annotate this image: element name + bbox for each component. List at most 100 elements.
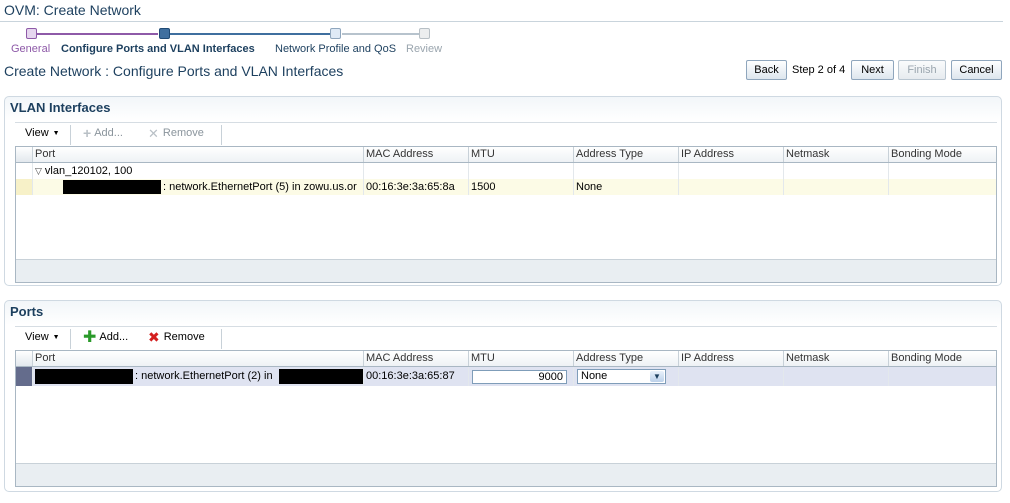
toolbar-divider (70, 125, 71, 145)
back-button[interactable]: Back (746, 60, 787, 80)
row-header-corner (16, 147, 32, 162)
remove-icon: ✕ (148, 125, 159, 141)
vlan-mtu-cell: 1500 (468, 179, 573, 195)
vlan-toolbar: View ▼ + Add... ✕ Remove (15, 122, 997, 145)
page-title: OVM: Create Network (4, 2, 141, 18)
train-connector-2 (170, 33, 330, 35)
col-netmask[interactable]: Netmask (783, 351, 888, 366)
redacted-block (63, 180, 161, 195)
train-stop-configure-ports (159, 28, 170, 39)
row-header-selected (16, 367, 32, 386)
train-stop-general[interactable] (26, 28, 37, 39)
empty-cell (888, 163, 996, 179)
vlan-add-button: + Add... (83, 124, 123, 141)
ports-port-cell: : network.EthernetPort (2) in (32, 367, 363, 386)
ports-toolbar: View ▼ ✚ Add... ✖ Remove (15, 326, 997, 349)
col-ip-address[interactable]: IP Address (678, 351, 783, 366)
empty-cell (363, 163, 468, 179)
toolbar-divider (221, 125, 222, 145)
ports-ip-cell (678, 367, 783, 386)
redacted-block (278, 368, 363, 384)
redacted-block (35, 368, 133, 384)
col-ip-address[interactable]: IP Address (678, 147, 783, 162)
row-header (16, 179, 32, 195)
train-label-general[interactable]: General (11, 43, 50, 55)
col-port[interactable]: Port (32, 147, 363, 162)
remove-icon: ✖ (148, 328, 160, 345)
col-mac-address[interactable]: MAC Address (363, 351, 468, 366)
vlan-table-row[interactable]: : network.EthernetPort (5) in zowu.us.or… (16, 179, 996, 195)
train-label-review: Review (406, 43, 443, 55)
train-connector-3 (342, 33, 419, 35)
train-stop-review (419, 28, 430, 39)
address-type-select[interactable]: None ▼ (577, 369, 666, 384)
vlan-remove-button: ✕ Remove (148, 125, 204, 141)
ports-table-row[interactable]: : network.EthernetPort (2) in 00:16:3e:3… (16, 367, 996, 386)
train-stop-network-profile[interactable] (330, 28, 341, 39)
address-type-value: None (581, 370, 608, 382)
ports-panel: Ports View ▼ ✚ Add... ✖ Remove Port MAC … (4, 300, 1002, 492)
vlan-address-type-cell: None (573, 179, 678, 195)
ports-mac-cell: 00:16:3e:3a:65:87 (363, 367, 468, 386)
col-mtu[interactable]: MTU (468, 147, 573, 162)
ports-remove-button[interactable]: ✖ Remove (148, 328, 205, 345)
vlan-group-row[interactable]: ▽ vlan_120102, 100 (16, 163, 996, 179)
empty-cell (468, 163, 573, 179)
col-netmask[interactable]: Netmask (783, 147, 888, 162)
next-button[interactable]: Next (851, 60, 894, 80)
col-address-type[interactable]: Address Type (573, 147, 678, 162)
vlan-port-cell: : network.EthernetPort (5) in zowu.us.or (32, 179, 363, 195)
col-bonding-mode[interactable]: Bonding Mode (888, 351, 996, 366)
vlan-remove-label: Remove (162, 127, 204, 139)
add-icon: ✚ (83, 328, 97, 346)
ports-mtu-cell: 9000 (468, 367, 573, 386)
ports-remove-label: Remove (163, 331, 205, 343)
empty-cell (678, 163, 783, 179)
ports-address-type-cell: None ▼ (573, 367, 678, 386)
vlan-table: Port MAC Address MTU Address Type IP Add… (15, 146, 997, 283)
vlan-panel-title: VLAN Interfaces (10, 100, 111, 115)
ports-port-text: : network.EthernetPort (2) in (135, 370, 273, 382)
ports-add-label: Add... (99, 331, 129, 343)
vlan-view-label: View (25, 127, 49, 139)
train-label-configure-ports: Configure Ports and VLAN Interfaces (61, 43, 255, 55)
mtu-input[interactable]: 9000 (472, 370, 567, 384)
toolbar-divider (221, 329, 222, 349)
empty-cell (573, 163, 678, 179)
train-label-network-profile[interactable]: Network Profile and QoS (275, 43, 396, 55)
row-header (16, 163, 32, 179)
row-header-corner (16, 351, 32, 366)
col-address-type[interactable]: Address Type (573, 351, 678, 366)
expand-triangle-icon[interactable]: ▽ (35, 166, 42, 176)
ports-table-footer (16, 463, 996, 486)
vlan-table-header: Port MAC Address MTU Address Type IP Add… (16, 147, 996, 163)
ports-netmask-cell (783, 367, 888, 386)
ports-bonding-cell (888, 367, 996, 386)
cancel-button[interactable]: Cancel (951, 60, 1002, 80)
page-subtitle: Create Network : Configure Ports and VLA… (4, 63, 344, 79)
col-mac-address[interactable]: MAC Address (363, 147, 468, 162)
vlan-table-footer (16, 259, 996, 282)
col-mtu[interactable]: MTU (468, 351, 573, 366)
vlan-mac-cell: 00:16:3e:3a:65:8a (363, 179, 468, 195)
chevron-down-icon[interactable]: ▼ (650, 371, 664, 382)
vlan-view-menu[interactable]: View ▼ (25, 127, 60, 139)
vlan-port-text: : network.EthernetPort (5) in zowu.us.or (163, 181, 357, 193)
vlan-interfaces-panel: VLAN Interfaces View ▼ + Add... ✕ Remove… (4, 96, 1002, 286)
train-connector-1 (37, 33, 158, 35)
ports-view-label: View (25, 331, 49, 343)
title-divider (0, 21, 1003, 22)
ports-view-menu[interactable]: View ▼ (25, 331, 60, 343)
vlan-ip-cell (678, 179, 783, 195)
col-port[interactable]: Port (32, 351, 363, 366)
ports-panel-title: Ports (10, 304, 44, 319)
ports-table: Port MAC Address MTU Address Type IP Add… (15, 350, 997, 487)
chevron-down-icon: ▼ (52, 129, 60, 137)
add-icon: + (83, 124, 92, 141)
col-bonding-mode[interactable]: Bonding Mode (888, 147, 996, 162)
finish-button: Finish (898, 60, 946, 80)
ports-add-button[interactable]: ✚ Add... (83, 328, 129, 346)
toolbar-divider (70, 329, 71, 349)
vlan-netmask-cell (783, 179, 888, 195)
empty-cell (783, 163, 888, 179)
